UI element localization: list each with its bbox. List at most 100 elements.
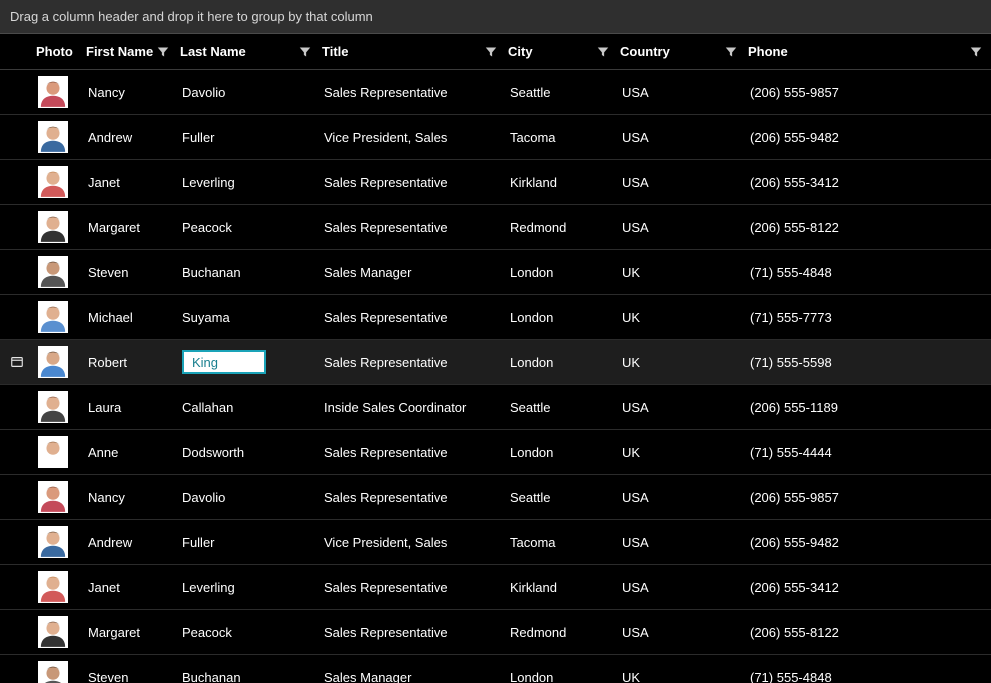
cell-title[interactable]: Sales Representative [320, 310, 506, 325]
cell-phone[interactable]: (206) 555-9857 [746, 490, 991, 505]
cell-phone[interactable]: (206) 555-8122 [746, 220, 991, 235]
table-row[interactable]: MargaretPeacockSales RepresentativeRedmo… [0, 610, 991, 655]
cell-title[interactable]: Inside Sales Coordinator [320, 400, 506, 415]
cell-country[interactable]: USA [618, 130, 746, 145]
table-row[interactable]: MichaelSuyamaSales RepresentativeLondonU… [0, 295, 991, 340]
cell-first-name[interactable]: Michael [84, 310, 178, 325]
cell-city[interactable]: Seattle [506, 400, 618, 415]
cell-editor[interactable] [182, 350, 266, 374]
cell-country[interactable]: UK [618, 310, 746, 325]
cell-last-name[interactable]: Davolio [178, 490, 320, 505]
table-row[interactable]: AndrewFullerVice President, SalesTacomaU… [0, 115, 991, 160]
cell-city[interactable]: London [506, 265, 618, 280]
header-title[interactable]: Title [320, 34, 506, 69]
header-first-name[interactable]: First Name [84, 34, 178, 69]
filter-icon[interactable] [596, 45, 610, 59]
filter-icon[interactable] [156, 45, 170, 59]
cell-title[interactable]: Sales Manager [320, 670, 506, 683]
cell-city[interactable]: Tacoma [506, 535, 618, 550]
cell-first-name[interactable]: Anne [84, 445, 178, 460]
cell-first-name[interactable]: Janet [84, 175, 178, 190]
cell-first-name[interactable]: Andrew [84, 130, 178, 145]
table-row[interactable]: NancyDavolioSales RepresentativeSeattleU… [0, 70, 991, 115]
cell-country[interactable]: USA [618, 535, 746, 550]
table-row[interactable]: LauraCallahanInside Sales CoordinatorSea… [0, 385, 991, 430]
cell-last-name[interactable]: Leverling [178, 175, 320, 190]
filter-icon[interactable] [298, 45, 312, 59]
cell-last-name[interactable]: Fuller [178, 535, 320, 550]
cell-last-name[interactable]: Peacock [178, 625, 320, 640]
cell-first-name[interactable]: Margaret [84, 220, 178, 235]
cell-title[interactable]: Sales Representative [320, 580, 506, 595]
cell-city[interactable]: Redmond [506, 625, 618, 640]
cell-last-name[interactable]: Dodsworth [178, 445, 320, 460]
table-row[interactable]: NancyDavolioSales RepresentativeSeattleU… [0, 475, 991, 520]
header-country[interactable]: Country [618, 34, 746, 69]
cell-phone[interactable]: (71) 555-4848 [746, 265, 991, 280]
cell-phone[interactable]: (71) 555-5598 [746, 355, 991, 370]
cell-phone[interactable]: (71) 555-7773 [746, 310, 991, 325]
filter-icon[interactable] [484, 45, 498, 59]
cell-last-name[interactable]: Buchanan [178, 670, 320, 683]
header-city[interactable]: City [506, 34, 618, 69]
filter-icon[interactable] [969, 45, 983, 59]
cell-country[interactable]: UK [618, 670, 746, 683]
header-phone[interactable]: Phone [746, 34, 991, 69]
cell-phone[interactable]: (206) 555-1189 [746, 400, 991, 415]
header-photo[interactable]: Photo [34, 34, 84, 69]
cell-title[interactable]: Sales Representative [320, 445, 506, 460]
cell-last-name[interactable]: Suyama [178, 310, 320, 325]
cell-title[interactable]: Sales Representative [320, 355, 506, 370]
cell-first-name[interactable]: Robert [84, 355, 178, 370]
cell-phone[interactable]: (206) 555-3412 [746, 580, 991, 595]
cell-first-name[interactable]: Nancy [84, 490, 178, 505]
table-row[interactable]: AnneDodsworthSales RepresentativeLondonU… [0, 430, 991, 475]
cell-phone[interactable]: (206) 555-9857 [746, 85, 991, 100]
cell-phone[interactable]: (206) 555-8122 [746, 625, 991, 640]
cell-phone[interactable]: (206) 555-3412 [746, 175, 991, 190]
cell-title[interactable]: Vice President, Sales [320, 130, 506, 145]
cell-country[interactable]: USA [618, 490, 746, 505]
cell-last-name[interactable]: Peacock [178, 220, 320, 235]
cell-phone[interactable]: (71) 555-4444 [746, 445, 991, 460]
filter-icon[interactable] [724, 45, 738, 59]
cell-phone[interactable]: (206) 555-9482 [746, 130, 991, 145]
table-row[interactable]: AndrewFullerVice President, SalesTacomaU… [0, 520, 991, 565]
cell-city[interactable]: London [506, 355, 618, 370]
cell-last-name[interactable] [178, 350, 320, 374]
cell-country[interactable]: USA [618, 175, 746, 190]
cell-last-name[interactable]: Callahan [178, 400, 320, 415]
cell-first-name[interactable]: Margaret [84, 625, 178, 640]
cell-country[interactable]: USA [618, 220, 746, 235]
cell-city[interactable]: Seattle [506, 85, 618, 100]
cell-city[interactable]: Kirkland [506, 580, 618, 595]
cell-title[interactable]: Sales Representative [320, 625, 506, 640]
cell-last-name[interactable]: Davolio [178, 85, 320, 100]
cell-country[interactable]: USA [618, 625, 746, 640]
cell-title[interactable]: Sales Representative [320, 220, 506, 235]
cell-phone[interactable]: (71) 555-4848 [746, 670, 991, 683]
cell-editor-input[interactable] [190, 354, 258, 371]
cell-first-name[interactable]: Steven [84, 670, 178, 683]
group-panel[interactable]: Drag a column header and drop it here to… [0, 0, 991, 34]
cell-country[interactable]: USA [618, 400, 746, 415]
cell-first-name[interactable]: Andrew [84, 535, 178, 550]
cell-city[interactable]: Seattle [506, 490, 618, 505]
table-row[interactable]: Robert Sales RepresentativeLondonUK(71) 5… [0, 340, 991, 385]
cell-first-name[interactable]: Laura [84, 400, 178, 415]
cell-last-name[interactable]: Leverling [178, 580, 320, 595]
table-row[interactable]: StevenBuchananSales ManagerLondonUK(71) … [0, 655, 991, 683]
cell-title[interactable]: Sales Representative [320, 490, 506, 505]
table-row[interactable]: MargaretPeacockSales RepresentativeRedmo… [0, 205, 991, 250]
table-row[interactable]: StevenBuchananSales ManagerLondonUK(71) … [0, 250, 991, 295]
cell-last-name[interactable]: Buchanan [178, 265, 320, 280]
cell-country[interactable]: USA [618, 580, 746, 595]
cell-title[interactable]: Vice President, Sales [320, 535, 506, 550]
table-row[interactable]: JanetLeverlingSales RepresentativeKirkla… [0, 160, 991, 205]
cell-last-name[interactable]: Fuller [178, 130, 320, 145]
cell-country[interactable]: UK [618, 355, 746, 370]
cell-city[interactable]: Redmond [506, 220, 618, 235]
table-row[interactable]: JanetLeverlingSales RepresentativeKirkla… [0, 565, 991, 610]
cell-city[interactable]: London [506, 445, 618, 460]
cell-first-name[interactable]: Nancy [84, 85, 178, 100]
